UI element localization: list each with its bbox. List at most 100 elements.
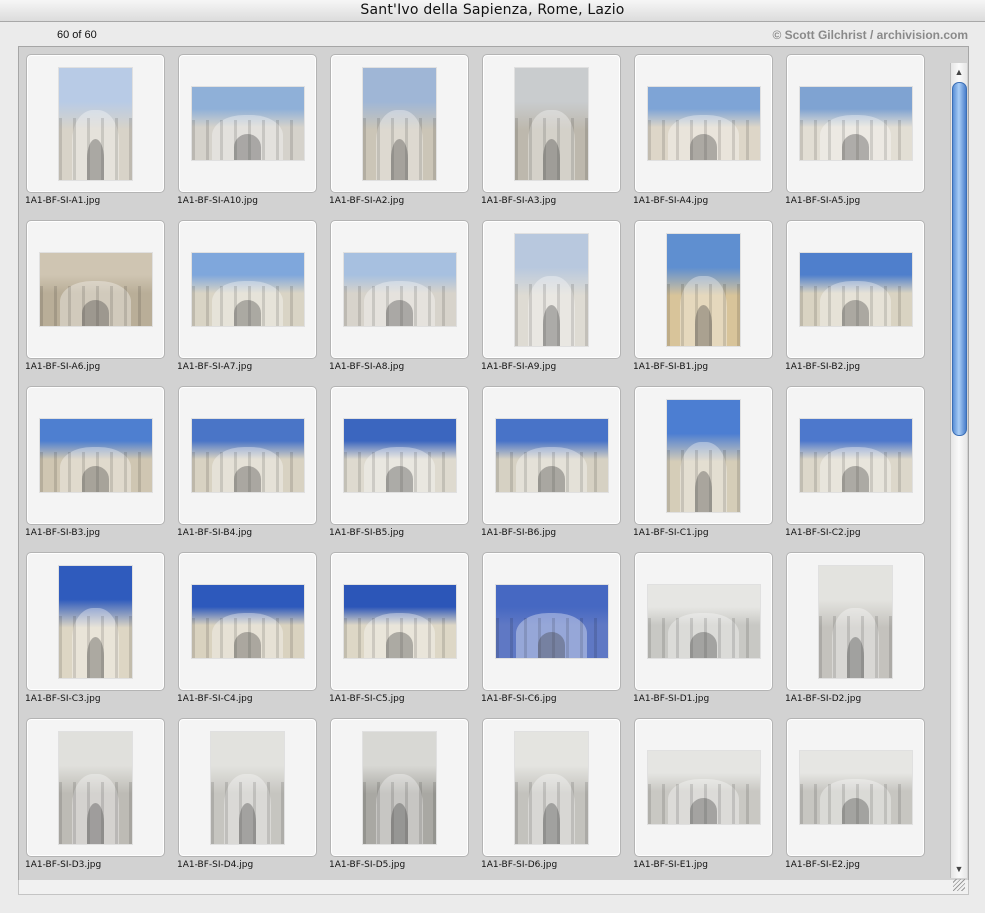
photo-thumbnail[interactable] <box>799 253 912 326</box>
photo-thumbnail[interactable] <box>39 253 152 326</box>
scroll-thumb[interactable] <box>952 82 967 436</box>
photo-thumbnail[interactable] <box>191 87 304 160</box>
slide-frame[interactable] <box>330 54 469 193</box>
slide-frame[interactable] <box>786 54 925 193</box>
slide-frame[interactable] <box>178 718 317 857</box>
slide-frame[interactable] <box>634 220 773 359</box>
photo-thumbnail[interactable] <box>363 67 436 180</box>
photo-thumbnail[interactable] <box>495 585 608 658</box>
photo-thumbnail[interactable] <box>191 253 304 326</box>
photo-thumbnail[interactable] <box>191 419 304 492</box>
photo-thumbnail[interactable] <box>647 585 760 658</box>
slide-frame[interactable] <box>26 220 165 359</box>
thumbnail-item[interactable]: 1A1-BF-SI-B3.jpg <box>25 386 177 552</box>
photo-thumbnail[interactable] <box>363 731 436 844</box>
thumbnail-item[interactable]: 1A1-BF-SI-B6.jpg <box>481 386 633 552</box>
thumbnail-item[interactable]: 1A1-BF-SI-A6.jpg <box>25 220 177 386</box>
photo-thumbnail[interactable] <box>799 87 912 160</box>
slide-frame[interactable] <box>634 386 773 525</box>
photo-thumbnail[interactable] <box>515 731 588 844</box>
thumbnail-item[interactable]: 1A1-BF-SI-A8.jpg <box>329 220 481 386</box>
thumbnail-item[interactable]: 1A1-BF-SI-B5.jpg <box>329 386 481 552</box>
photo-thumbnail[interactable] <box>343 253 456 326</box>
thumbnail-item[interactable]: 1A1-BF-SI-B2.jpg <box>785 220 937 386</box>
slide-frame[interactable] <box>26 718 165 857</box>
slide-frame[interactable] <box>178 54 317 193</box>
slide-frame[interactable] <box>482 552 621 691</box>
slide-frame[interactable] <box>178 552 317 691</box>
thumbnail-item[interactable]: 1A1-BF-SI-D2.jpg <box>785 552 937 718</box>
photo-thumbnail[interactable] <box>515 233 588 346</box>
photo-thumbnail[interactable] <box>59 565 132 678</box>
slide-frame[interactable] <box>330 220 469 359</box>
slide-frame[interactable] <box>26 54 165 193</box>
thumbnail-item[interactable]: 1A1-BF-SI-A3.jpg <box>481 54 633 220</box>
thumbnail-item[interactable]: 1A1-BF-SI-B4.jpg <box>177 386 329 552</box>
photo-thumbnail[interactable] <box>515 67 588 180</box>
photo-thumbnail[interactable] <box>343 419 456 492</box>
thumbnail-item[interactable]: 1A1-BF-SI-A1.jpg <box>25 54 177 220</box>
thumbnail-item[interactable]: 1A1-BF-SI-D5.jpg <box>329 718 481 880</box>
slide-frame[interactable] <box>634 54 773 193</box>
photo-thumbnail[interactable] <box>39 419 152 492</box>
slide-frame[interactable] <box>178 386 317 525</box>
thumbnail-item[interactable]: 1A1-BF-SI-D4.jpg <box>177 718 329 880</box>
photo-thumbnail[interactable] <box>799 751 912 824</box>
slide-frame[interactable] <box>786 718 925 857</box>
photo-thumbnail[interactable] <box>667 233 740 346</box>
thumbnail-item[interactable]: 1A1-BF-SI-A4.jpg <box>633 54 785 220</box>
thumbnail-item[interactable]: 1A1-BF-SI-E1.jpg <box>633 718 785 880</box>
photo-thumbnail[interactable] <box>647 87 760 160</box>
thumbnail-item[interactable]: 1A1-BF-SI-E2.jpg <box>785 718 937 880</box>
thumbnail-item[interactable]: 1A1-BF-SI-A9.jpg <box>481 220 633 386</box>
thumbnail-item[interactable]: 1A1-BF-SI-A7.jpg <box>177 220 329 386</box>
photo-thumbnail[interactable] <box>799 419 912 492</box>
slide-frame[interactable] <box>634 718 773 857</box>
photo-thumbnail[interactable] <box>647 751 760 824</box>
thumbnail-item[interactable]: 1A1-BF-SI-A10.jpg <box>177 54 329 220</box>
photo-thumbnail[interactable] <box>495 419 608 492</box>
photo-thumbnail[interactable] <box>667 399 740 512</box>
thumbnail-item[interactable]: 1A1-BF-SI-C5.jpg <box>329 552 481 718</box>
thumbnail-filename: 1A1-BF-SI-A6.jpg <box>25 362 101 372</box>
slide-frame[interactable] <box>482 220 621 359</box>
thumbnail-item[interactable]: 1A1-BF-SI-C2.jpg <box>785 386 937 552</box>
thumbnail-item[interactable]: 1A1-BF-SI-D1.jpg <box>633 552 785 718</box>
slide-frame[interactable] <box>786 386 925 525</box>
slide-frame[interactable] <box>482 718 621 857</box>
slide-frame[interactable] <box>330 552 469 691</box>
thumbnail-item[interactable]: 1A1-BF-SI-C6.jpg <box>481 552 633 718</box>
photo-thumbnail[interactable] <box>191 585 304 658</box>
thumbnail-filename: 1A1-BF-SI-E2.jpg <box>785 860 860 870</box>
photo-thumbnail[interactable] <box>819 565 892 678</box>
slide-frame[interactable] <box>178 220 317 359</box>
slide-frame[interactable] <box>786 552 925 691</box>
thumbnail-item[interactable]: 1A1-BF-SI-C1.jpg <box>633 386 785 552</box>
slide-frame[interactable] <box>482 386 621 525</box>
slide-frame[interactable] <box>482 54 621 193</box>
slide-frame[interactable] <box>330 386 469 525</box>
thumbnail-item[interactable]: 1A1-BF-SI-A5.jpg <box>785 54 937 220</box>
slide-frame[interactable] <box>786 220 925 359</box>
slide-frame[interactable] <box>634 552 773 691</box>
scroll-up-icon[interactable]: ▲ <box>951 65 967 79</box>
scroll-down-icon[interactable]: ▼ <box>951 862 967 876</box>
thumbnail-item[interactable]: 1A1-BF-SI-A2.jpg <box>329 54 481 220</box>
photo-thumbnail[interactable] <box>343 585 456 658</box>
resize-grip-icon[interactable] <box>953 879 965 891</box>
thumbnail-item[interactable]: 1A1-BF-SI-C4.jpg <box>177 552 329 718</box>
thumbnail-filename: 1A1-BF-SI-B2.jpg <box>785 362 861 372</box>
thumbnail-item[interactable]: 1A1-BF-SI-D6.jpg <box>481 718 633 880</box>
thumbnail-item[interactable]: 1A1-BF-SI-B1.jpg <box>633 220 785 386</box>
slide-frame[interactable] <box>26 386 165 525</box>
slide-frame[interactable] <box>330 718 469 857</box>
photo-thumbnail[interactable] <box>211 731 284 844</box>
photo-thumbnail[interactable] <box>59 731 132 844</box>
vertical-scrollbar[interactable]: ▲ ▼ <box>950 63 967 878</box>
thumbnail-item[interactable]: 1A1-BF-SI-D3.jpg <box>25 718 177 880</box>
thumbnail-item[interactable]: 1A1-BF-SI-C3.jpg <box>25 552 177 718</box>
slide-frame[interactable] <box>26 552 165 691</box>
photo-thumbnail[interactable] <box>59 67 132 180</box>
thumbnail-filename: 1A1-BF-SI-A9.jpg <box>481 362 557 372</box>
thumbnail-filename: 1A1-BF-SI-D3.jpg <box>25 860 102 870</box>
